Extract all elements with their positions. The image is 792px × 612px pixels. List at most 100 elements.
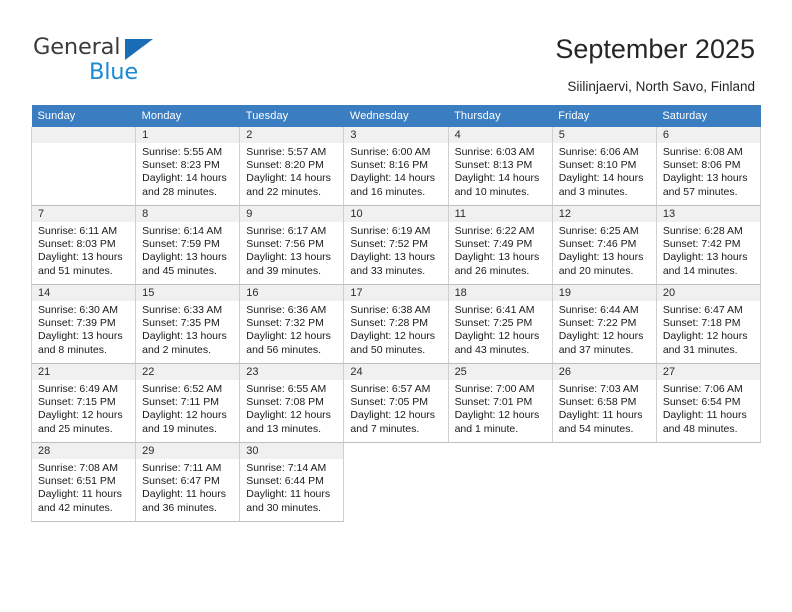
day-details: Sunrise: 6:33 AM Sunset: 7:35 PM Daylight:… <box>136 301 239 357</box>
daylight-text: and 56 minutes. <box>246 343 321 356</box>
day-number: 30 <box>240 443 344 459</box>
day-number: 13 <box>656 206 760 222</box>
calendar-day-cell[interactable]: 25 Sunrise: 7:00 AM Sunset: 7:01 PM Dayligh… <box>447 363 553 443</box>
daylight-text: and 42 minutes. <box>38 501 113 514</box>
calendar-day-cell[interactable]: 11 Sunrise: 6:22 AM Sunset: 7:49 PM Dayligh… <box>447 205 553 285</box>
sunrise-text: Sunrise: 6:44 AM <box>558 304 639 316</box>
day-number: 23 <box>240 364 344 380</box>
daylight-text: and 7 minutes. <box>350 422 420 435</box>
daylight-text: Daylight: 14 hours <box>350 172 436 185</box>
day-details: Sunrise: 6:52 AM Sunset: 7:11 PM Daylight:… <box>136 380 239 436</box>
calendar-day-cell[interactable]: 5 Sunrise: 6:06 AM Sunset: 8:10 PM Daylight… <box>551 127 657 206</box>
daylight-text: and 37 minutes. <box>558 343 634 356</box>
calendar-day-cell[interactable]: 29 Sunrise: 7:11 AM Sunset: 6:47 PM Dayligh… <box>135 442 241 522</box>
calendar-day-cell[interactable]: 18 Sunrise: 6:41 AM Sunset: 7:25 PM Dayligh… <box>447 284 553 364</box>
calendar-body: 1 Sunrise: 5:55 AM Sunset: 8:23 PM Daylight… <box>30 127 762 522</box>
calendar-day-cell[interactable]: 2 Sunrise: 5:57 AM Sunset: 8:20 PM Daylight… <box>239 127 345 206</box>
calendar-cell-empty <box>343 442 449 522</box>
weekday-header-sunday: Sunday <box>31 105 136 127</box>
day-number: 3 <box>344 127 448 143</box>
calendar-day-cell[interactable]: 27 Sunrise: 7:06 AM Sunset: 6:54 PM Dayligh… <box>655 363 762 443</box>
day-number: 11 <box>448 206 552 222</box>
page-title: September 2025 <box>555 34 755 64</box>
calendar-day-cell[interactable]: 8 Sunrise: 6:14 AM Sunset: 7:59 PM Daylight… <box>135 205 241 285</box>
calendar-day-cell[interactable]: 3 Sunrise: 6:00 AM Sunset: 8:16 PM Daylight… <box>343 127 449 206</box>
day-number: 12 <box>552 206 656 222</box>
sunset-text: Sunset: 6:44 PM <box>246 475 324 488</box>
sunset-text: Sunset: 7:32 PM <box>246 317 324 330</box>
daylight-text: Daylight: 11 hours <box>558 409 643 422</box>
sunrise-text: Sunrise: 7:08 AM <box>38 462 118 474</box>
day-details: Sunrise: 5:55 AM Sunset: 8:23 PM Daylight:… <box>136 143 239 199</box>
day-number: 14 <box>32 285 136 301</box>
calendar-day-cell[interactable]: 10 Sunrise: 6:19 AM Sunset: 7:52 PM Dayligh… <box>343 205 449 285</box>
day-details: Sunrise: 6:55 AM Sunset: 7:08 PM Daylight:… <box>240 380 343 436</box>
calendar-cell-empty <box>552 442 657 522</box>
calendar-day-cell[interactable]: 7 Sunrise: 6:11 AM Sunset: 8:03 PM Daylight… <box>30 205 137 285</box>
day-details: Sunrise: 6:49 AM Sunset: 7:15 PM Daylight:… <box>32 380 135 436</box>
calendar-day-cell[interactable]: 6 Sunrise: 6:08 AM Sunset: 8:06 PM Daylight… <box>655 127 762 206</box>
calendar-header-row: Sunday Monday Tuesday Wednesday Thursday Frid… <box>31 105 761 127</box>
day-number: 10 <box>344 206 448 222</box>
daylight-text: Daylight: 13 hours <box>38 330 123 343</box>
sunset-text: Sunset: 7:49 PM <box>454 238 533 251</box>
day-number: 7 <box>32 206 136 222</box>
calendar-day-cell[interactable]: 9 Sunrise: 6:17 AM Sunset: 7:56 PM Daylight… <box>239 205 345 285</box>
day-details: Sunrise: 5:57 AM Sunset: 8:20 PM Daylight:… <box>240 143 343 199</box>
sunset-text: Sunset: 8:03 PM <box>38 238 116 251</box>
calendar-week-row: 28 Sunrise: 7:08 AM Sunset: 6:51 PM Dayligh… <box>30 442 761 522</box>
weekday-header: Sunday Monday Tuesday Wednesday Thursday Frid… <box>31 105 761 127</box>
day-number: 25 <box>448 364 552 380</box>
sunrise-text: Sunrise: 6:55 AM <box>246 383 327 395</box>
daylight-text: Daylight: 12 hours <box>662 330 748 343</box>
calendar-day-cell[interactable]: 20 Sunrise: 6:47 AM Sunset: 7:18 PM Dayligh… <box>655 284 762 364</box>
sunrise-text: Sunrise: 6:30 AM <box>38 304 118 316</box>
sunset-text: Sunset: 6:58 PM <box>558 396 637 409</box>
calendar-day-cell[interactable]: 21 Sunrise: 6:49 AM Sunset: 7:15 PM Dayligh… <box>30 363 137 443</box>
daylight-text: Daylight: 13 hours <box>350 251 436 264</box>
sunset-text: Sunset: 7:46 PM <box>558 238 637 251</box>
daylight-text: and 20 minutes. <box>558 264 634 277</box>
daylight-text: Daylight: 13 hours <box>142 251 227 264</box>
calendar-day-cell[interactable]: 17 Sunrise: 6:38 AM Sunset: 7:28 PM Dayligh… <box>343 284 449 364</box>
daylight-text: and 54 minutes. <box>558 422 634 435</box>
day-details: Sunrise: 6:38 AM Sunset: 7:28 PM Daylight:… <box>344 301 447 357</box>
calendar-day-cell[interactable]: 12 Sunrise: 6:25 AM Sunset: 7:46 PM Dayligh… <box>551 205 657 285</box>
day-details: Sunrise: 6:22 AM Sunset: 7:49 PM Daylight:… <box>449 222 552 278</box>
day-details: Sunrise: 6:00 AM Sunset: 8:16 PM Daylight:… <box>344 143 447 199</box>
sunset-text: Sunset: 8:16 PM <box>350 159 429 172</box>
calendar-day-cell[interactable]: 1 Sunrise: 5:55 AM Sunset: 8:23 PM Daylight… <box>135 127 241 206</box>
day-details: Sunrise: 6:11 AM Sunset: 8:03 PM Daylight:… <box>32 222 135 278</box>
sunset-text: Sunset: 7:25 PM <box>454 317 533 330</box>
sunrise-text: Sunrise: 6:47 AM <box>662 304 743 316</box>
calendar-day-cell[interactable]: 23 Sunrise: 6:55 AM Sunset: 7:08 PM Dayligh… <box>239 363 345 443</box>
daylight-text: and 51 minutes. <box>38 264 113 277</box>
sunrise-text: Sunrise: 6:38 AM <box>350 304 431 316</box>
calendar-day-cell[interactable]: 14 Sunrise: 6:30 AM Sunset: 7:39 PM Dayligh… <box>30 284 137 364</box>
sunset-text: Sunset: 7:18 PM <box>662 317 741 330</box>
daylight-text: Daylight: 14 hours <box>454 172 540 185</box>
calendar-day-cell[interactable]: 4 Sunrise: 6:03 AM Sunset: 8:13 PM Daylight… <box>447 127 553 206</box>
calendar-day-cell[interactable]: 22 Sunrise: 6:52 AM Sunset: 7:11 PM Dayligh… <box>135 363 241 443</box>
calendar-day-cell[interactable]: 13 Sunrise: 6:28 AM Sunset: 7:42 PM Dayligh… <box>655 205 762 285</box>
calendar-day-cell[interactable]: 16 Sunrise: 6:36 AM Sunset: 7:32 PM Dayligh… <box>239 284 345 364</box>
daylight-text: Daylight: 12 hours <box>350 409 436 422</box>
day-number: 19 <box>552 285 656 301</box>
calendar-day-cell[interactable]: 15 Sunrise: 6:33 AM Sunset: 7:35 PM Dayligh… <box>135 284 241 364</box>
calendar-day-cell[interactable]: 24 Sunrise: 6:57 AM Sunset: 7:05 PM Dayligh… <box>343 363 449 443</box>
calendar-day-cell[interactable]: 26 Sunrise: 7:03 AM Sunset: 6:58 PM Dayligh… <box>551 363 657 443</box>
daylight-text: and 30 minutes. <box>246 501 321 514</box>
calendar-day-cell[interactable]: 19 Sunrise: 6:44 AM Sunset: 7:22 PM Dayligh… <box>551 284 657 364</box>
calendar-week-row: 7 Sunrise: 6:11 AM Sunset: 8:03 PM Daylight… <box>30 205 762 285</box>
daylight-text: Daylight: 13 hours <box>454 251 540 264</box>
calendar-cell-empty <box>656 442 761 522</box>
calendar-day-cell[interactable]: 30 Sunrise: 7:14 AM Sunset: 6:44 PM Dayligh… <box>239 442 345 522</box>
daylight-text: Daylight: 13 hours <box>246 251 331 264</box>
day-number: 4 <box>448 127 552 143</box>
daylight-text: Daylight: 12 hours <box>454 330 540 343</box>
calendar-day-cell[interactable]: 28 Sunrise: 7:08 AM Sunset: 6:51 PM Dayligh… <box>30 442 137 522</box>
day-number: 8 <box>136 206 240 222</box>
general-blue-logo[interactable]: General Blue <box>33 34 233 85</box>
sunrise-text: Sunrise: 5:57 AM <box>246 146 327 158</box>
day-details: Sunrise: 7:11 AM Sunset: 6:47 PM Daylight:… <box>136 459 239 515</box>
